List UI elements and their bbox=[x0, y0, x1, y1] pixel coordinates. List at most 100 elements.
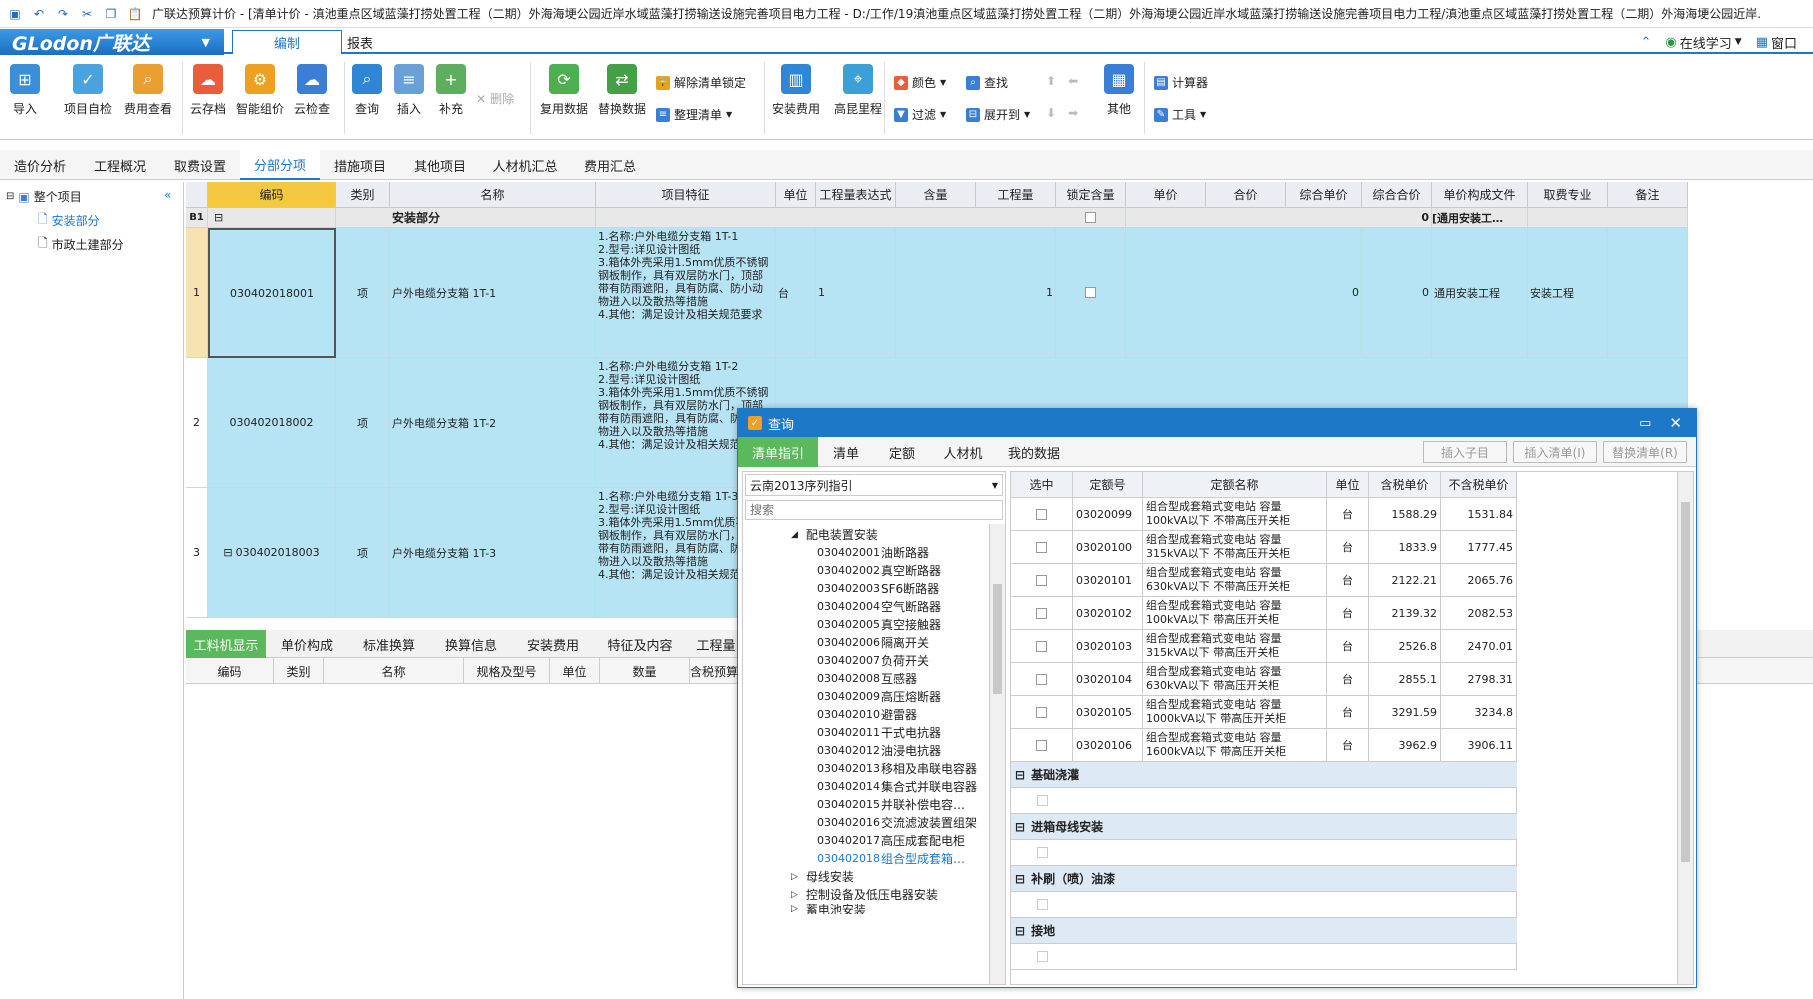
row-type[interactable]: 项 bbox=[336, 488, 390, 618]
dialog-tab-mydata[interactable]: 我的数据 bbox=[996, 437, 1072, 467]
tree-item-civil[interactable]: 🗋 市政土建部分 bbox=[38, 234, 124, 255]
result-code[interactable]: 03020102 bbox=[1073, 597, 1143, 630]
insert-button[interactable]: ≡ 插入 bbox=[394, 64, 424, 117]
result-code[interactable]: 03020101 bbox=[1073, 564, 1143, 597]
row-code[interactable]: 030402018001 bbox=[208, 228, 336, 358]
row-number[interactable]: 3 bbox=[186, 488, 208, 618]
other-button[interactable]: ▦ 其他 bbox=[1104, 64, 1134, 117]
list-item[interactable]: 030402003 SF6断路器 bbox=[817, 580, 939, 597]
result-empty-row[interactable] bbox=[1011, 840, 1517, 866]
checkbox[interactable] bbox=[1036, 739, 1047, 751]
find-button[interactable]: ⌕ 查找 bbox=[966, 74, 1008, 91]
result-header-select[interactable]: 选中 bbox=[1011, 472, 1073, 498]
supplement-button[interactable]: + 补充 bbox=[436, 64, 466, 117]
result-code[interactable]: 03020104 bbox=[1073, 663, 1143, 696]
result-scrollbar[interactable] bbox=[1677, 472, 1693, 984]
result-name[interactable]: 组合型成套箱式变电站 容量1600kVA以下 带高压开关柜 bbox=[1143, 729, 1327, 762]
row-code[interactable]: ⊟ 030402018003 bbox=[208, 488, 336, 618]
tab-fee-settings[interactable]: 取费设置 bbox=[160, 150, 240, 180]
result-tax-price[interactable]: 1588.29 bbox=[1369, 498, 1441, 531]
row-number[interactable]: 2 bbox=[186, 358, 208, 488]
grid-header-unit-price[interactable]: 单价 bbox=[1126, 182, 1206, 208]
result-code[interactable]: 03020103 bbox=[1073, 630, 1143, 663]
tab-fee-summary[interactable]: 费用汇总 bbox=[570, 150, 650, 180]
result-empty-row[interactable] bbox=[1011, 892, 1517, 918]
filter-button[interactable]: ▼ 过滤 ▼ bbox=[894, 106, 946, 123]
checkbox[interactable] bbox=[1036, 673, 1047, 685]
tools-button[interactable]: ✎ 工具 ▼ bbox=[1154, 106, 1206, 123]
grid-header-comp-price[interactable]: 综合单价 bbox=[1286, 182, 1362, 208]
import-button[interactable]: ⊞ 导入 bbox=[10, 64, 40, 117]
bottom-header-spec[interactable]: 规格及型号 bbox=[464, 658, 550, 684]
row-feature[interactable]: 1.名称:户外电缆分支箱 1T-1 2.型号:详见设计图纸 3.箱体外壳采用1.… bbox=[596, 228, 776, 358]
collapse-panel-icon[interactable]: « bbox=[164, 188, 171, 202]
move-up-button[interactable]: ⬆ ⬅ bbox=[1046, 74, 1078, 88]
tab-features[interactable]: 特征及内容 bbox=[594, 630, 686, 658]
result-unit[interactable]: 台 bbox=[1327, 663, 1369, 696]
paste-icon[interactable]: 📋 bbox=[126, 5, 144, 23]
dialog-title-bar[interactable]: ✓ 查询 ▭ ✕ bbox=[738, 409, 1696, 437]
tab-other-items[interactable]: 其他项目 bbox=[400, 150, 480, 180]
collapse-icon[interactable]: ⊟ bbox=[1015, 872, 1025, 886]
section-collapse-icon[interactable]: ⊟ bbox=[208, 208, 336, 228]
result-header-name[interactable]: 定额名称 bbox=[1143, 472, 1327, 498]
dialog-tab-list[interactable]: 清单 bbox=[818, 437, 874, 467]
result-notax-price[interactable]: 3906.11 bbox=[1441, 729, 1517, 762]
row-lock-checkbox[interactable] bbox=[1056, 228, 1126, 358]
replace-data-button[interactable]: ⇄ 替换数据 bbox=[598, 64, 646, 117]
row-name[interactable]: 户外电缆分支箱 1T-2 bbox=[390, 358, 596, 488]
list-item[interactable]: 030402007 负荷开关 bbox=[817, 652, 929, 669]
result-group-header[interactable]: ⊟ 进箱母线安装 bbox=[1011, 814, 1517, 840]
tab-labor-material[interactable]: 人材机汇总 bbox=[480, 150, 570, 180]
result-group-header[interactable]: ⊟ 补刷（喷）油漆 bbox=[1011, 866, 1517, 892]
save-icon[interactable]: ▣ bbox=[6, 5, 24, 23]
result-name[interactable]: 组合型成套箱式变电站 容量630kVA以下 不带高压开关柜 bbox=[1143, 564, 1327, 597]
expand-to-button[interactable]: ⊟ 展开到 ▼ bbox=[966, 106, 1030, 123]
result-select[interactable] bbox=[1011, 663, 1073, 696]
result-notax-price[interactable]: 2470.01 bbox=[1441, 630, 1517, 663]
collapse-icon[interactable]: ⊟ bbox=[1015, 924, 1025, 938]
result-unit[interactable]: 台 bbox=[1327, 630, 1369, 663]
result-unit[interactable]: 台 bbox=[1327, 564, 1369, 597]
dialog-tab-guide[interactable]: 清单指引 bbox=[738, 437, 818, 467]
result-tax-price[interactable]: 2855.1 bbox=[1369, 663, 1441, 696]
dialog-tab-quota[interactable]: 定额 bbox=[874, 437, 930, 467]
result-tax-price[interactable]: 2122.21 bbox=[1369, 564, 1441, 597]
result-name[interactable]: 组合型成套箱式变电站 容量315kVA以下 不带高压开关柜 bbox=[1143, 531, 1327, 564]
result-header-tax-price[interactable]: 含税单价 bbox=[1369, 472, 1441, 498]
row-number[interactable]: 1 bbox=[186, 228, 208, 358]
window-menu[interactable]: ▦ 窗口 bbox=[1756, 33, 1797, 52]
row-code[interactable]: 030402018002 bbox=[208, 358, 336, 488]
result-tax-price[interactable]: 1833.9 bbox=[1369, 531, 1441, 564]
result-notax-price[interactable]: 1777.45 bbox=[1441, 531, 1517, 564]
tab-price-composition[interactable]: 单价构成 bbox=[266, 630, 348, 658]
grid-header-major[interactable]: 取费专业 bbox=[1528, 182, 1608, 208]
result-empty-row[interactable] bbox=[1011, 944, 1517, 970]
list-item[interactable]: 030402009 高压熔断器 bbox=[817, 688, 941, 705]
checkbox[interactable] bbox=[1085, 287, 1096, 298]
result-notax-price[interactable]: 2798.31 bbox=[1441, 663, 1517, 696]
bottom-header-qty[interactable]: 数量 bbox=[600, 658, 690, 684]
reuse-data-button[interactable]: ⟳ 复用数据 bbox=[540, 64, 588, 117]
result-group-header[interactable]: ⊟ 接地 bbox=[1011, 918, 1517, 944]
fee-view-button[interactable]: ⌕ 费用查看 bbox=[124, 64, 172, 117]
cut-icon[interactable]: ✂ bbox=[78, 5, 96, 23]
library-select[interactable]: 云南2013序列指引 ▼ bbox=[745, 474, 1003, 496]
list-item[interactable]: 030402005 真空接触器 bbox=[817, 616, 941, 633]
replace-list-button[interactable]: 替换清单(R) bbox=[1603, 441, 1687, 463]
calculator-button[interactable]: ▤ 计算器 bbox=[1154, 74, 1208, 91]
install-fee-button[interactable]: ▥ 安装费用 bbox=[772, 64, 820, 117]
query-button[interactable]: ⌕ 查询 bbox=[352, 64, 382, 117]
result-notax-price[interactable]: 3234.8 bbox=[1441, 696, 1517, 729]
redo-icon[interactable]: ↷ bbox=[54, 5, 72, 23]
result-header-code[interactable]: 定额号 bbox=[1073, 472, 1143, 498]
result-header-notax-price[interactable]: 不含税单价 bbox=[1441, 472, 1517, 498]
checkbox[interactable] bbox=[1037, 795, 1048, 806]
list-item[interactable]: 030402006 隔离开关 bbox=[817, 634, 929, 651]
dialog-tab-labor[interactable]: 人材机 bbox=[930, 437, 996, 467]
tab-labor-display[interactable]: 工料机显示 bbox=[186, 630, 266, 658]
checkbox[interactable] bbox=[1036, 607, 1047, 619]
checkbox[interactable] bbox=[1037, 847, 1048, 858]
checkbox[interactable] bbox=[1036, 508, 1047, 520]
list-item[interactable]: 030402017 高压成套配电柜 bbox=[817, 832, 965, 849]
